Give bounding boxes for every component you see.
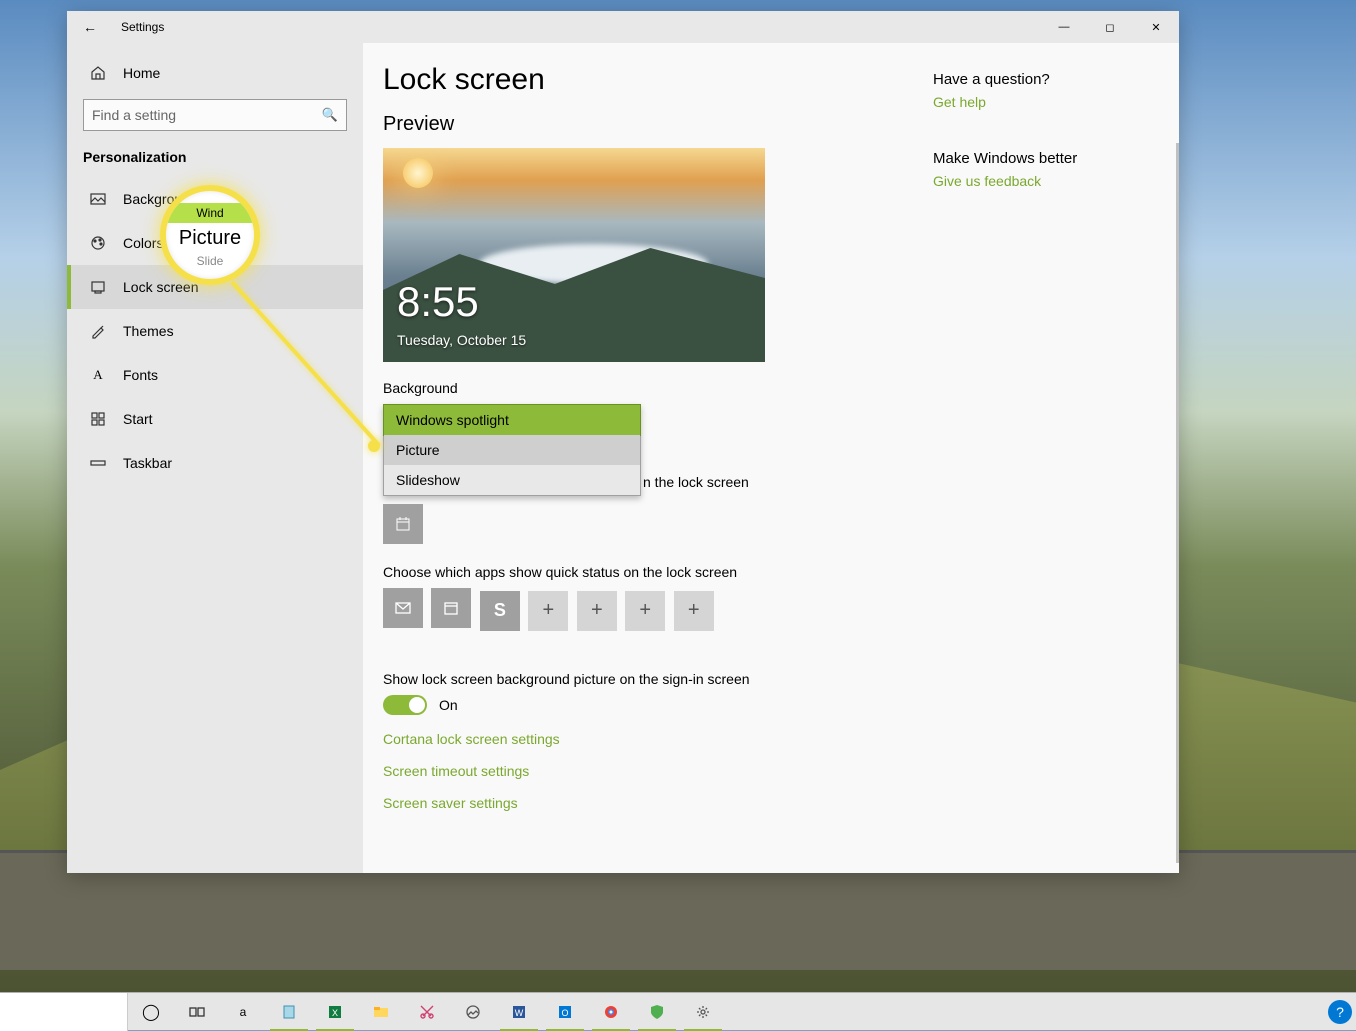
quick-app-add-4[interactable]: + [674, 591, 714, 631]
quick-app-add-3[interactable]: + [625, 591, 665, 631]
quick-app-add-1[interactable]: + [528, 591, 568, 631]
taskbar-app-explorer[interactable] [358, 993, 404, 1031]
taskbar-taskview[interactable] [174, 993, 220, 1031]
taskbar-icon [89, 454, 107, 472]
callout-text-bot: Slide [197, 254, 224, 268]
sidebar: Home Find a setting 🔍 Personalization Ba… [67, 43, 363, 873]
fonts-icon: A [89, 366, 107, 384]
sidebar-item-label: Fonts [123, 367, 158, 383]
feedback-heading: Make Windows better [933, 150, 1179, 167]
scrollbar[interactable] [1176, 143, 1179, 863]
signin-picture-label: Show lock screen background picture on t… [383, 671, 923, 687]
sidebar-item-start[interactable]: Start [67, 397, 363, 441]
signin-picture-toggle[interactable] [383, 695, 427, 715]
taskbar: ◯ a X W O ? [0, 992, 1356, 1030]
svg-text:X: X [332, 1008, 338, 1018]
taskbar-app-notepad[interactable] [266, 993, 312, 1031]
quick-app-calendar[interactable] [431, 588, 471, 628]
settings-window: ← Settings ― ◻ ✕ Home Find a setting 🔍 P… [67, 11, 1179, 873]
sidebar-item-label: Colors [123, 235, 163, 251]
maximize-button[interactable]: ◻ [1087, 11, 1133, 43]
link-screen-timeout[interactable]: Screen timeout settings [383, 763, 923, 779]
taskbar-cortana[interactable]: ◯ [128, 993, 174, 1031]
sidebar-item-themes[interactable]: Themes [67, 309, 363, 353]
lock-screen-icon [89, 278, 107, 296]
search-icon: 🔍 [322, 107, 338, 123]
preview-sun [403, 158, 433, 188]
quick-app-skype[interactable]: S [480, 591, 520, 631]
taskbar-app-photos[interactable] [450, 993, 496, 1031]
background-label: Background [383, 380, 923, 396]
callout-magnifier: Wind Picture Slide [160, 185, 260, 285]
link-cortana-settings[interactable]: Cortana lock screen settings [383, 731, 923, 747]
preview-date: Tuesday, October 15 [397, 332, 526, 348]
callout-text-top: Wind [166, 203, 254, 223]
start-icon [89, 410, 107, 428]
lock-screen-preview: 8:55 Tuesday, October 15 [383, 148, 765, 362]
quick-status-label: Choose which apps show quick status on t… [383, 564, 923, 580]
annotation-callout: Wind Picture Slide [160, 185, 270, 295]
window-title: Settings [113, 20, 164, 34]
dropdown-option-spotlight[interactable]: Windows spotlight [383, 404, 641, 436]
taskbar-app-settings[interactable] [680, 993, 726, 1031]
minimize-button[interactable]: ― [1041, 11, 1087, 43]
picture-icon [89, 190, 107, 208]
taskbar-app-security[interactable] [634, 993, 680, 1031]
quick-app-add-2[interactable]: + [577, 591, 617, 631]
titlebar: ← Settings ― ◻ ✕ [67, 11, 1179, 43]
callout-endpoint [368, 440, 380, 452]
sidebar-item-label: Themes [123, 323, 174, 339]
sidebar-item-label: Taskbar [123, 455, 172, 471]
sidebar-item-label: Start [123, 411, 153, 427]
preview-time: 8:55 [397, 278, 479, 326]
background-dropdown[interactable]: Windows spotlight Picture Slideshow [383, 404, 641, 496]
detailed-status-label-fragment: n the lock screen [643, 474, 749, 490]
sidebar-category: Personalization [67, 141, 363, 177]
taskbar-app-snip[interactable] [404, 993, 450, 1031]
taskbar-app-word[interactable]: W [496, 993, 542, 1031]
help-heading: Have a question? [933, 71, 1179, 88]
toggle-state: On [439, 697, 458, 713]
taskbar-app-outlook[interactable]: O [542, 993, 588, 1031]
dropdown-option-picture[interactable]: Picture [384, 435, 640, 465]
callout-text-mid: Picture [179, 223, 241, 254]
taskbar-search[interactable] [0, 993, 128, 1031]
taskbar-help-icon[interactable]: ? [1328, 1000, 1352, 1024]
taskbar-app-amazon[interactable]: a [220, 993, 266, 1031]
svg-text:O: O [561, 1008, 568, 1018]
palette-icon [89, 234, 107, 252]
link-screen-saver[interactable]: Screen saver settings [383, 795, 923, 811]
main-content: Lock screen Preview 8:55 Tuesday, Octobe… [363, 43, 1179, 873]
sidebar-item-taskbar[interactable]: Taskbar [67, 441, 363, 485]
page-title: Lock screen [383, 63, 923, 97]
search-placeholder: Find a setting [92, 107, 176, 123]
taskbar-app-excel[interactable]: X [312, 993, 358, 1031]
dropdown-option-slideshow[interactable]: Slideshow [384, 465, 640, 495]
sidebar-home-label: Home [123, 65, 160, 81]
taskbar-app-chrome[interactable] [588, 993, 634, 1031]
detailed-status-app-calendar[interactable] [383, 504, 423, 544]
search-input[interactable]: Find a setting 🔍 [83, 99, 347, 131]
themes-icon [89, 322, 107, 340]
quick-app-mail[interactable] [383, 588, 423, 628]
svg-text:W: W [515, 1008, 524, 1018]
preview-heading: Preview [383, 113, 923, 136]
sidebar-home[interactable]: Home [67, 51, 363, 95]
back-button[interactable]: ← [67, 19, 113, 35]
home-icon [89, 64, 107, 82]
link-get-help[interactable]: Get help [933, 94, 1179, 110]
link-give-feedback[interactable]: Give us feedback [933, 173, 1179, 189]
close-button[interactable]: ✕ [1133, 11, 1179, 43]
